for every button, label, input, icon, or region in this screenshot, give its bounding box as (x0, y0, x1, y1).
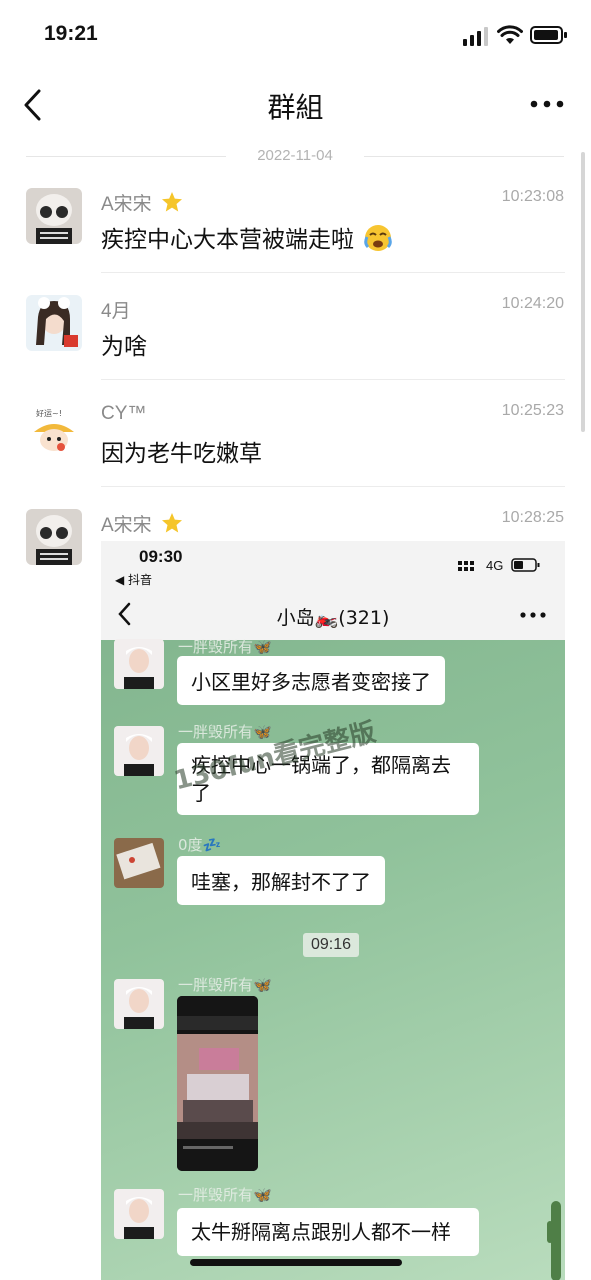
sender-label: A宋宋 (101, 515, 152, 536)
embedded-bubble: 哇塞，那解封不了了 (177, 856, 385, 905)
sender-name: 4月 (101, 301, 131, 322)
embedded-title: 小岛🏍️(321) (276, 607, 390, 629)
embedded-sender: 一胖毁所有🦋 (178, 1186, 272, 1204)
message-text: 因为老牛吃嫩草 (101, 441, 262, 467)
message-time: 10:24:20 (501, 295, 564, 312)
message-text: 疾控中心大本营被端走啦 (101, 220, 393, 254)
battery-icon (530, 26, 567, 44)
sender-name: CY™ (101, 403, 147, 424)
date-label: 2022-11-04 (257, 147, 333, 164)
embedded-network: 4G (486, 558, 504, 573)
embedded-battery-icon (511, 558, 540, 572)
embedded-sender: 0度💤 (178, 836, 222, 854)
date-divider: 2022-11-04 (26, 145, 564, 169)
message-time: 10:23:08 (501, 188, 564, 205)
sender-label: A宋宋 (101, 194, 152, 215)
more-icon[interactable] (530, 94, 564, 114)
avatar[interactable] (26, 509, 82, 565)
embedded-more-icon (520, 612, 546, 618)
star-emoji-icon (161, 192, 182, 212)
embedded-signal-icon (458, 561, 474, 571)
message-time: 10:28:25 (501, 509, 564, 526)
cactus-decoration (547, 1201, 561, 1280)
embedded-avatar (114, 1189, 164, 1239)
embedded-time-chip: 09:16 (303, 933, 360, 957)
embedded-bubble: 太牛掰隔离点跟别人都不一样 (177, 1208, 479, 1256)
status-bar: 19:21 (0, 0, 591, 70)
nav-bar: 群組 (0, 78, 591, 134)
avatar[interactable] (26, 188, 82, 244)
embedded-sender: 一胖毁所有🦋 (178, 638, 272, 656)
embedded-avatar (114, 726, 164, 776)
message-text: 为啥 (101, 334, 147, 360)
embedded-avatar (114, 838, 164, 888)
crying-emoji-icon (364, 225, 393, 251)
embedded-header: 09:30 ◀ 抖音 4G 小岛🏍️(321) (101, 541, 565, 640)
embedded-photo (177, 996, 258, 1171)
home-indicator[interactable] (190, 1259, 402, 1266)
message-text-label: 疾控中心大本营被端走啦 (101, 227, 354, 253)
embedded-sender: 一胖毁所有🦋 (178, 976, 272, 994)
embedded-avatar (114, 639, 164, 689)
avatar[interactable]: 好运~! (26, 402, 82, 458)
shared-screenshot-image[interactable]: 09:30 ◀ 抖音 4G 小岛🏍️(321) 一胖毁所有🦋 小区里好多志愿者变… (101, 541, 565, 1280)
sender-name: A宋宋 (101, 510, 183, 537)
embedded-back-app: ◀ 抖音 (115, 573, 153, 587)
embedded-bubble: 小区里好多志愿者变密接了 (177, 656, 445, 705)
status-time: 19:21 (44, 22, 98, 45)
divider (101, 272, 565, 273)
message-time: 10:25:23 (501, 402, 564, 419)
avatar[interactable] (26, 295, 82, 351)
wifi-icon (497, 25, 523, 44)
svg-text:好运~!: 好运~! (36, 408, 62, 418)
sender-name: A宋宋 (101, 189, 183, 216)
scrollbar[interactable] (581, 152, 585, 432)
page-title: 群組 (267, 91, 324, 124)
embedded-status-time: 09:30 (139, 547, 183, 566)
embedded-avatar (114, 979, 164, 1029)
cellular-signal-icon (463, 27, 488, 46)
divider (101, 379, 565, 380)
divider (101, 486, 565, 487)
star-emoji-icon (161, 513, 182, 533)
